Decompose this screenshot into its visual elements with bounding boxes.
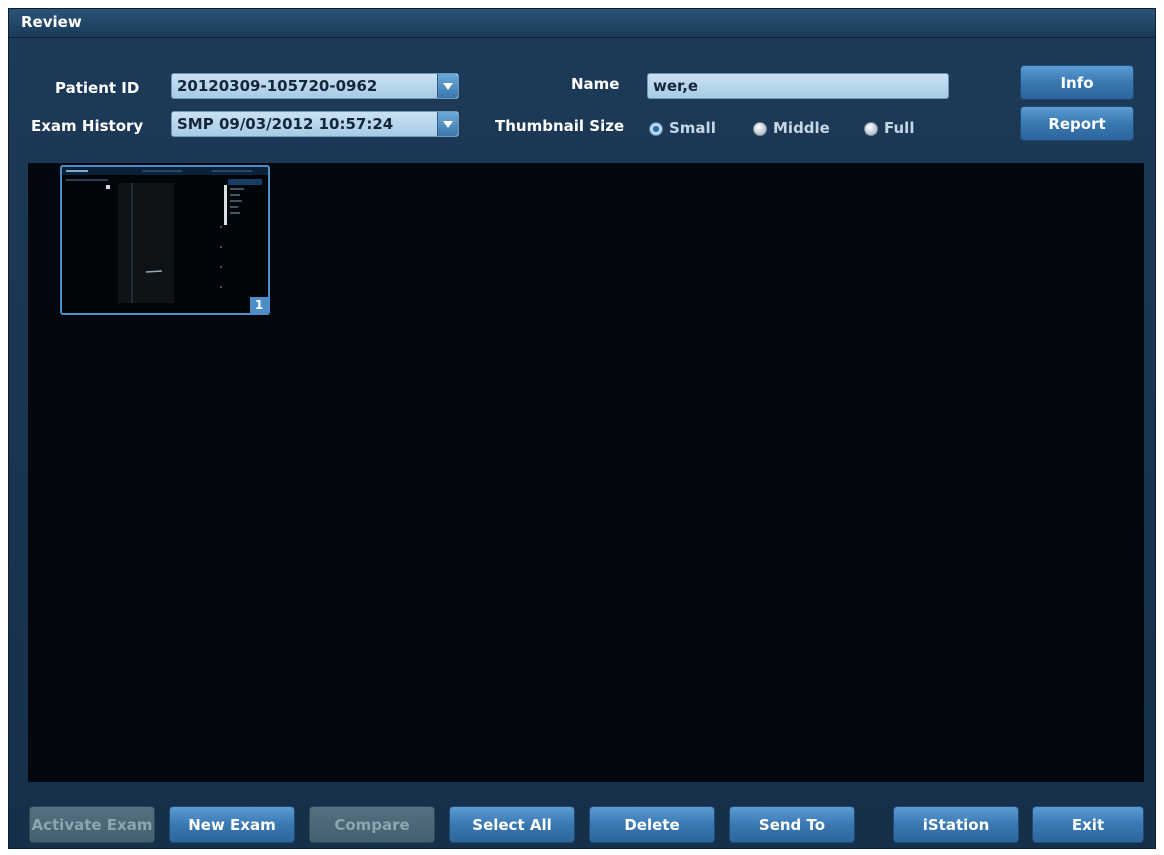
istation-button[interactable]: iStation bbox=[893, 806, 1019, 843]
dropdown-arrow-icon[interactable] bbox=[437, 74, 458, 98]
select-all-button[interactable]: Select All bbox=[449, 806, 575, 843]
patient-id-dropdown[interactable]: 20120309-105720-0962 bbox=[171, 73, 459, 99]
delete-button[interactable]: Delete bbox=[589, 806, 715, 843]
thumbnail-index-badge: 1 bbox=[250, 297, 268, 313]
window-title: Review bbox=[21, 13, 82, 31]
name-field[interactable]: wer,e bbox=[647, 73, 949, 99]
thumbnail-area: 1 bbox=[28, 163, 1144, 782]
ultrasound-image-icon bbox=[62, 167, 268, 313]
radio-selected-icon bbox=[649, 122, 663, 136]
radio-label: Small bbox=[669, 119, 716, 137]
radio-label: Full bbox=[884, 119, 915, 137]
exit-button[interactable]: Exit bbox=[1032, 806, 1144, 843]
patient-id-value: 20120309-105720-0962 bbox=[177, 77, 378, 95]
thumbnail-size-label: Thumbnail Size bbox=[495, 117, 625, 135]
radio-unselected-icon bbox=[753, 122, 767, 136]
name-value: wer,e bbox=[653, 77, 699, 95]
exam-history-dropdown[interactable]: SMP 09/03/2012 10:57:24 bbox=[171, 111, 459, 137]
radio-unselected-icon bbox=[864, 122, 878, 136]
image-thumbnail[interactable]: 1 bbox=[60, 165, 270, 315]
review-window: Review Patient ID 20120309-105720-0962 N… bbox=[8, 8, 1156, 849]
dropdown-arrow-icon[interactable] bbox=[437, 112, 458, 136]
exam-history-label: Exam History bbox=[31, 117, 144, 135]
new-exam-button[interactable]: New Exam bbox=[169, 806, 295, 843]
patient-id-label: Patient ID bbox=[55, 79, 140, 97]
exam-history-value: SMP 09/03/2012 10:57:24 bbox=[177, 115, 394, 133]
title-bar: Review bbox=[9, 9, 1155, 38]
send-to-button[interactable]: Send To bbox=[729, 806, 855, 843]
activate-exam-button[interactable]: Activate Exam bbox=[29, 806, 155, 843]
radio-label: Middle bbox=[773, 119, 830, 137]
info-button[interactable]: Info bbox=[1020, 65, 1134, 100]
compare-button[interactable]: Compare bbox=[309, 806, 435, 843]
name-label: Name bbox=[571, 75, 620, 93]
report-button[interactable]: Report bbox=[1020, 106, 1134, 141]
